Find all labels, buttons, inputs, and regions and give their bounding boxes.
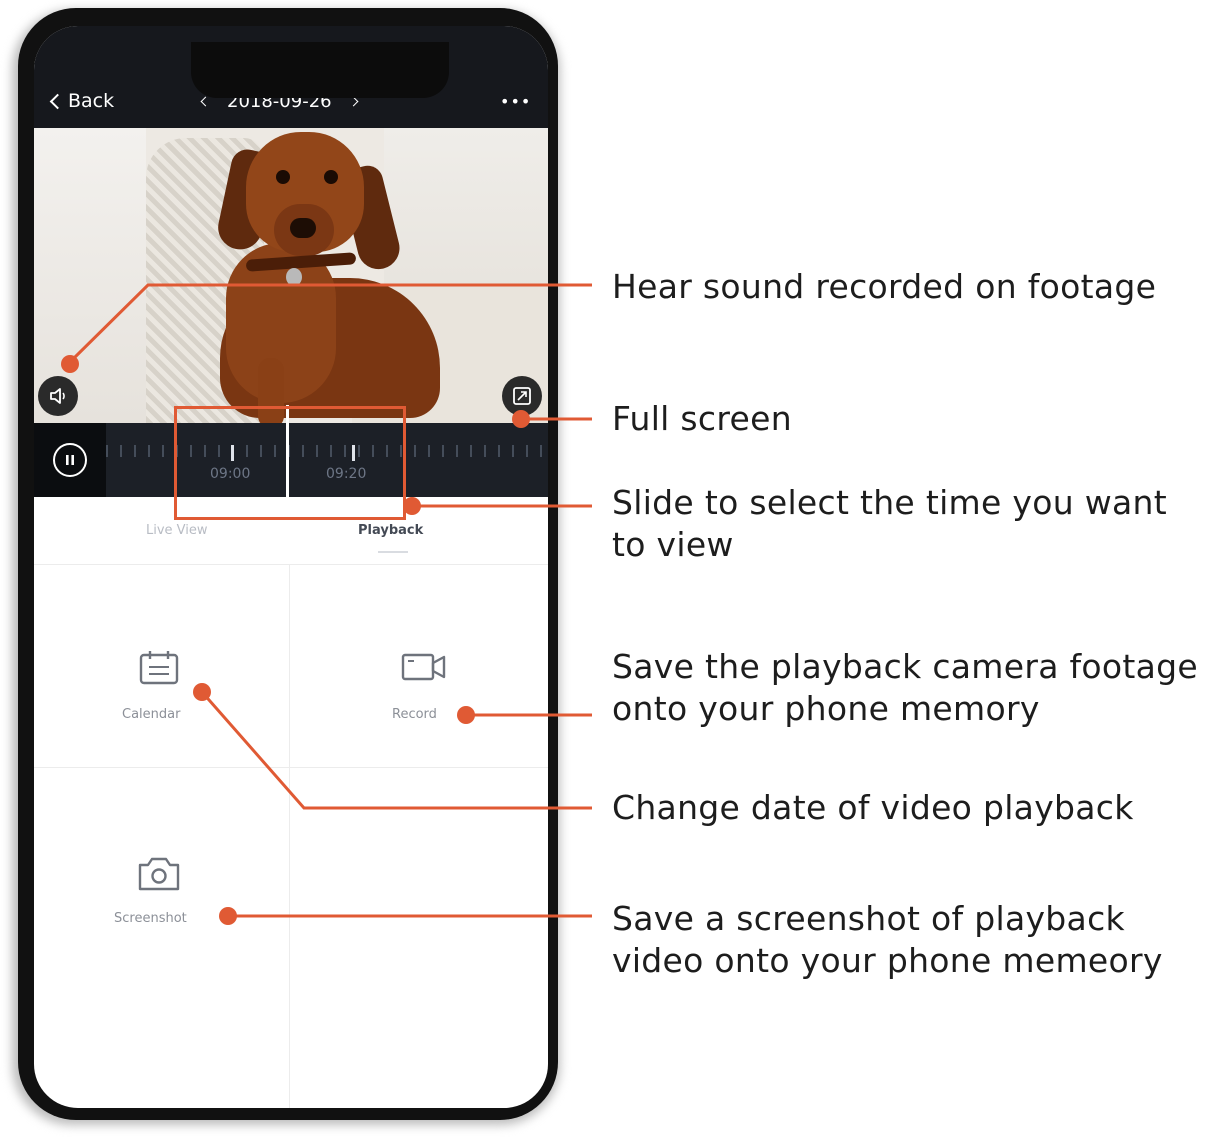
annotation-screenshot-line2: video onto your phone memeory xyxy=(612,941,1163,980)
annotation-slide-line1: Slide to select the time you want xyxy=(612,483,1167,522)
annotation-slide-line2: to view xyxy=(612,525,734,564)
annotation-fullscreen: Full screen xyxy=(612,399,792,438)
callout-line-sound xyxy=(68,283,592,364)
annotation-record: Save the playback camera footage onto yo… xyxy=(612,646,1198,730)
callout-dot-fullscreen xyxy=(512,410,530,428)
callout-dot-calendar xyxy=(193,683,211,701)
annotation-screenshot-line1: Save a screenshot of playback xyxy=(612,899,1125,938)
annotation-calendar: Change date of video playback xyxy=(612,788,1134,827)
annotation-record-line1: Save the playback camera footage xyxy=(612,647,1199,686)
callout-dot-record xyxy=(457,706,475,724)
callout-dot-sound xyxy=(61,355,79,373)
annotation-slide: Slide to select the time you want to vie… xyxy=(612,482,1167,566)
annotation-sound: Hear sound recorded on footage xyxy=(612,267,1157,306)
callout-dot-slide xyxy=(403,497,421,515)
callout-dot-screenshot xyxy=(219,907,237,925)
annotation-record-line2: onto your phone memory xyxy=(612,689,1040,728)
annotation-screenshot: Save a screenshot of playback video onto… xyxy=(612,898,1163,982)
callout-line-calendar xyxy=(200,691,592,810)
